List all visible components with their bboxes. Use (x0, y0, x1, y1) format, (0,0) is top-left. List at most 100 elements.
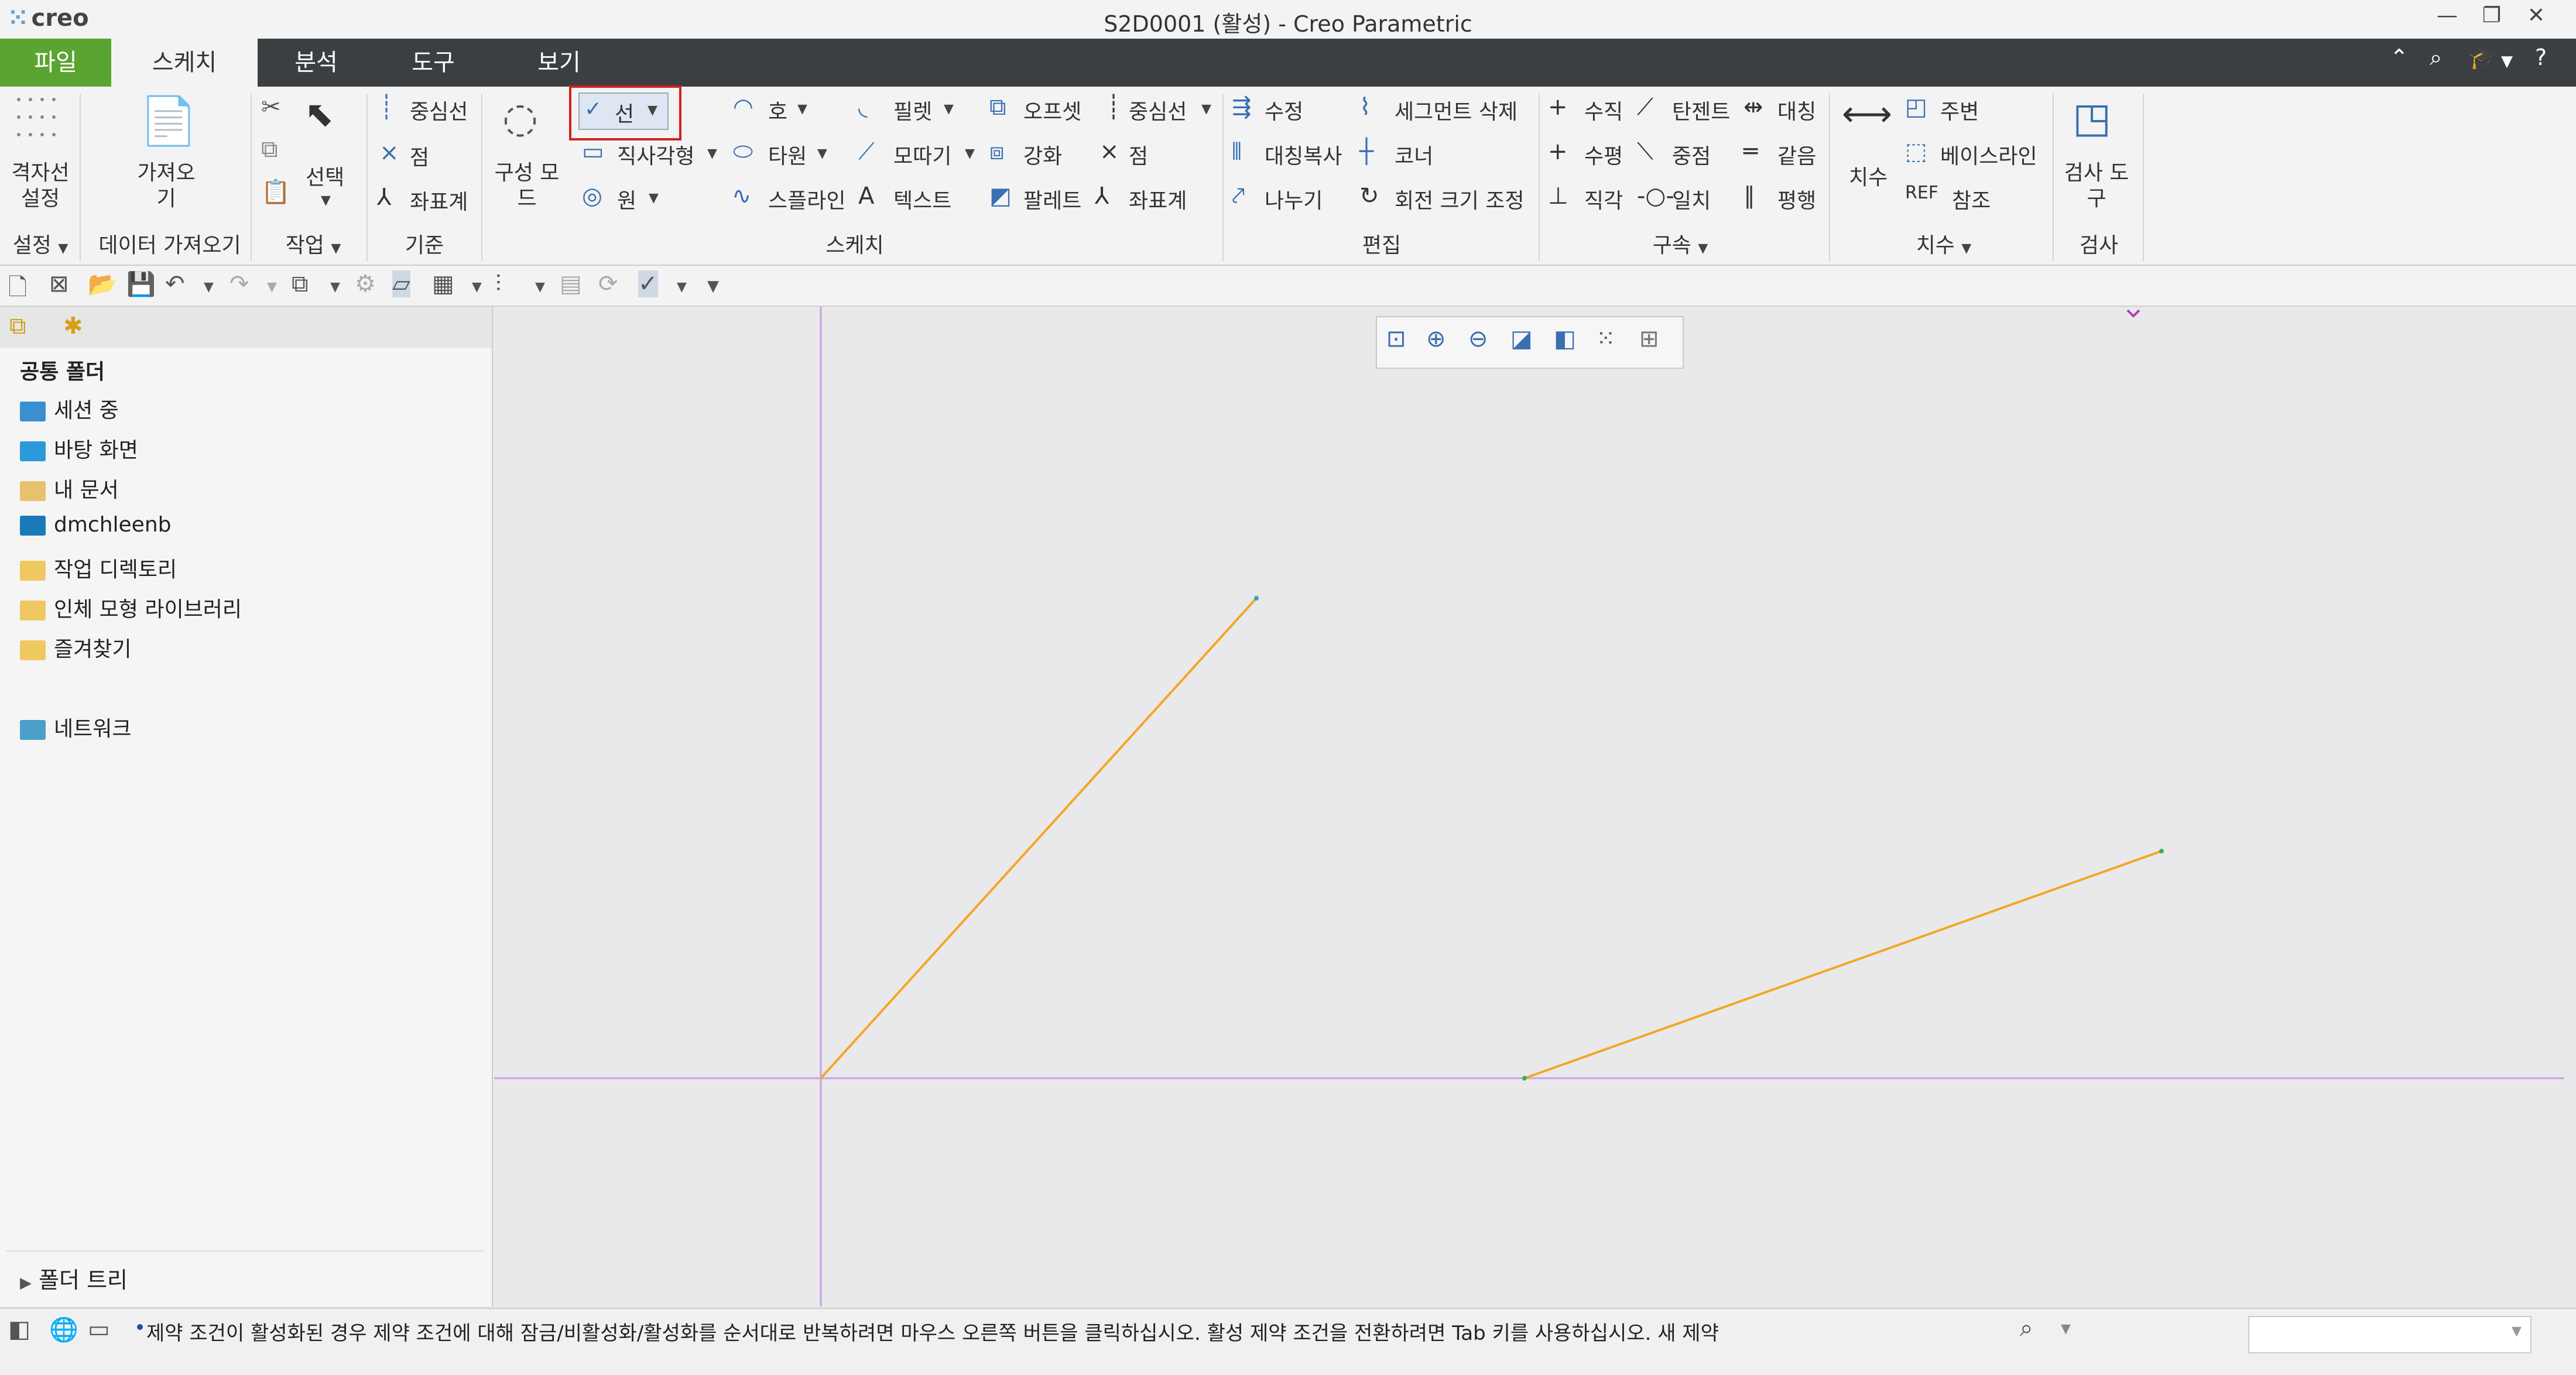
tab-file[interactable]: 파일 (0, 39, 111, 87)
arc-button[interactable]: 호 (768, 95, 787, 125)
text-button[interactable]: 텍스트 (893, 184, 951, 214)
display-style-dropdown-icon[interactable]: ▼ (472, 280, 482, 294)
cut-icon[interactable]: ✂ (261, 94, 281, 121)
symmetric-constraint-button[interactable]: 대칭 (1777, 95, 1816, 125)
close-icon[interactable]: ✕ (2519, 4, 2554, 28)
window-dropdown-icon[interactable]: ▼ (330, 280, 340, 294)
circle-dropdown-icon[interactable]: ▼ (649, 191, 659, 205)
tab-view[interactable]: 보기 (492, 39, 626, 87)
redo-icon[interactable]: ↷ (229, 270, 249, 297)
save-icon[interactable]: 💾 (126, 270, 156, 298)
sketch-centerline-button[interactable]: 중심선 (1129, 95, 1187, 125)
line-dropdown-icon[interactable]: ▼ (648, 103, 657, 118)
construction-mode-button[interactable]: 구성 모 드 (492, 160, 562, 212)
list-item-in-session[interactable]: 세션 중 (20, 393, 119, 424)
undo-icon[interactable]: ↶ (165, 270, 185, 297)
open-folder-icon[interactable]: 📂 (88, 270, 117, 298)
circle-button[interactable]: 원 (617, 184, 636, 214)
find-dropdown-icon[interactable]: ▼ (2061, 1322, 2071, 1336)
folder-tree-toggle[interactable]: ▶ 폴더 트리 (20, 1262, 128, 1294)
list-item-desktop[interactable]: 바탕 화면 (20, 433, 138, 464)
search-icon[interactable]: ⌕ (2430, 44, 2442, 71)
list-item-computer[interactable]: dmchleenb (20, 513, 172, 537)
sketch-display-icon[interactable]: ⫶ (495, 270, 501, 297)
folder-browser-tab-icon[interactable]: ⧉ (9, 313, 26, 340)
inspect-tools-button[interactable]: 검사 도 구 (2058, 160, 2135, 212)
list-item-manikin-library[interactable]: 인체 모형 라이브러리 (20, 592, 242, 623)
horizontal-constraint-button[interactable]: 수평 (1584, 139, 1623, 170)
collapse-ribbon-icon[interactable]: ⌃ (2390, 44, 2409, 70)
chamfer-button[interactable]: 모따기 (893, 139, 951, 170)
refit-view-icon[interactable]: ⊡ (1386, 325, 1406, 352)
close-window-icon[interactable]: ⊠ (49, 270, 69, 297)
tab-analysis[interactable]: 분석 (258, 39, 375, 87)
sketch-view-icon[interactable]: ▱ (392, 270, 410, 297)
tab-tools[interactable]: 도구 (375, 39, 492, 87)
midpoint-constraint-button[interactable]: 중점 (1672, 139, 1711, 170)
grid-display-icon[interactable]: ⁙ (1596, 325, 1616, 352)
paste-icon[interactable]: 📋 (261, 178, 290, 205)
ellipse-dropdown-icon[interactable]: ▼ (817, 146, 827, 161)
mirror-button[interactable]: 대칭복사 (1265, 139, 1342, 170)
list-item-my-documents[interactable]: 내 문서 (20, 473, 119, 503)
coincident-constraint-button[interactable]: 일치 (1672, 184, 1711, 214)
tab-sketch[interactable]: 스케치 (111, 39, 258, 87)
zoom-in-icon[interactable]: ⊕ (1426, 325, 1446, 352)
parallel-constraint-button[interactable]: 평행 (1777, 184, 1816, 214)
list-item-working-directory[interactable]: 작업 디렉토리 (20, 553, 177, 583)
group-label-setup[interactable]: 설정 ▼ (8, 228, 73, 259)
select-dropdown-icon[interactable]: ▼ (321, 193, 331, 208)
list-item-network[interactable]: 네트워크 (20, 712, 131, 742)
equal-constraint-button[interactable]: 같음 (1777, 139, 1816, 170)
modify-button[interactable]: 수정 (1265, 95, 1303, 125)
dimension-button[interactable]: 치수 (1849, 160, 1888, 191)
corner-button[interactable]: 코너 (1395, 139, 1433, 170)
learning-icon[interactable]: 🎓 (2468, 44, 2496, 71)
sketch-canvas[interactable] (494, 307, 2564, 1307)
window-icon[interactable]: ⧉ (292, 270, 309, 297)
group-label-operations[interactable]: 작업 ▼ (269, 228, 357, 259)
datum-coord-button[interactable]: 좌표계 (410, 185, 468, 215)
sketch-point-button[interactable]: 점 (1129, 139, 1148, 170)
datum-display-icon[interactable]: ⊞ (1639, 325, 1659, 352)
rectangle-button[interactable]: 직사각형 (617, 139, 694, 170)
sketch-centerline-dropdown-icon[interactable]: ▼ (1201, 102, 1211, 116)
print-icon[interactable]: ▤ (560, 270, 582, 297)
import-button[interactable]: 가져오 기 (125, 160, 207, 212)
redo-dropdown-icon[interactable]: ▼ (267, 280, 277, 294)
restore-icon[interactable]: ❐ (2474, 4, 2509, 28)
select-button[interactable]: 선택 (306, 160, 344, 191)
datum-point-button[interactable]: 점 (410, 140, 429, 171)
sketch-coord-button[interactable]: 좌표계 (1129, 184, 1187, 214)
perimeter-button[interactable]: 주변 (1940, 95, 1979, 125)
baseline-button[interactable]: 베이스라인 (1940, 139, 2037, 170)
perpendicular-constraint-button[interactable]: 직각 (1584, 184, 1623, 214)
group-label-dimension[interactable]: 치수 ▼ (1903, 228, 1985, 259)
chamfer-dropdown-icon[interactable]: ▼ (965, 146, 975, 161)
arc-dropdown-icon[interactable]: ▼ (797, 102, 807, 116)
fillet-dropdown-icon[interactable]: ▼ (944, 102, 954, 116)
find-icon[interactable]: ⌕ (2020, 1315, 2033, 1342)
selection-filter-dropdown-icon[interactable]: ▼ (2512, 1324, 2522, 1339)
list-item-favorites[interactable]: 즐겨찾기 (20, 632, 131, 663)
reference-button[interactable]: 참조 (1952, 184, 1991, 214)
selection-filter[interactable] (2248, 1316, 2532, 1353)
display-style-view-icon[interactable]: ◧ (1554, 325, 1576, 352)
copy-icon[interactable]: ⧉ (261, 136, 278, 163)
rectangle-dropdown-icon[interactable]: ▼ (707, 146, 717, 161)
browser-icon[interactable]: 🌐 (49, 1316, 78, 1343)
dropdown-icon[interactable]: ▼ (2501, 53, 2513, 70)
offset-button[interactable]: 오프셋 (1023, 95, 1081, 125)
delete-segment-button[interactable]: 세그먼트 삭제 (1395, 95, 1517, 125)
sketch-display-dropdown-icon[interactable]: ▼ (535, 280, 545, 294)
minimize-icon[interactable]: — (2430, 4, 2465, 28)
line-quick-dropdown-icon[interactable]: ▼ (677, 280, 687, 294)
spline-button[interactable]: 스플라인 (768, 184, 845, 214)
group-label-constrain[interactable]: 구속 ▼ (1639, 228, 1721, 259)
zoom-out-icon[interactable]: ⊖ (1468, 325, 1488, 352)
palette-button[interactable]: 팔레트 (1023, 184, 1081, 214)
divide-button[interactable]: 나누기 (1265, 184, 1323, 214)
grid-settings-button[interactable]: 격자선 설정 (8, 160, 73, 212)
favorites-tab-icon[interactable]: ✱ (63, 313, 83, 340)
tangent-constraint-button[interactable]: 탄젠트 (1672, 95, 1730, 125)
